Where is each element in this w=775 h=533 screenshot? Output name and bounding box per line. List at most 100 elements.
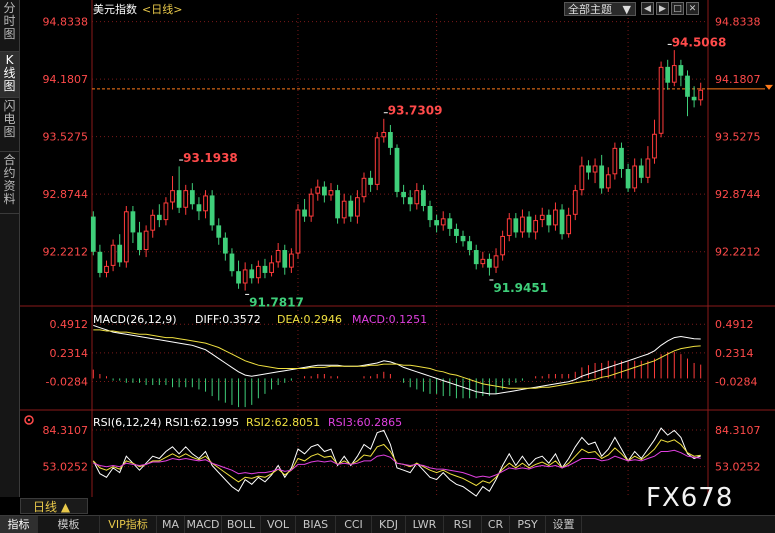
scroll-right-button[interactable]: ▶: [656, 2, 669, 15]
candle-body-up: [361, 177, 367, 198]
candle-body-down: [222, 237, 228, 254]
price-y-tick-right: 94.1807: [715, 73, 761, 86]
candle-body-up: [269, 262, 274, 273]
candle-body-down: [665, 66, 671, 83]
candle-body-up: [150, 214, 156, 231]
price-y-tick-left: 94.8338: [43, 16, 89, 29]
rsi-legend-3: RSI3:60.2865: [328, 416, 402, 429]
candle-body-down: [117, 244, 123, 263]
tab-rsi[interactable]: RSI: [444, 516, 482, 533]
close-button[interactable]: ✕: [686, 2, 699, 15]
candle-body-up: [652, 133, 657, 159]
tab-vol[interactable]: VOL: [261, 516, 296, 533]
candle-body-up: [242, 269, 248, 284]
period-selector[interactable]: 日线 ▲: [20, 498, 88, 514]
candle-body-up: [579, 165, 585, 191]
price-y-tick-right: 92.8744: [715, 188, 761, 201]
left-view-tabs: 分时图 K线图 闪电图 合约资料: [0, 0, 20, 497]
macd-dea-line: [93, 329, 701, 389]
candle-body-down: [90, 216, 96, 252]
candle-body-down: [282, 250, 288, 268]
rsi-legend-1: RSI1:62.1995: [165, 416, 239, 429]
price-y-tick-right: 94.8338: [715, 16, 761, 29]
candle-body-down: [229, 253, 235, 272]
tab-vip-indicators[interactable]: VIP指标: [100, 516, 157, 533]
tab-cci[interactable]: CCI: [336, 516, 372, 533]
macd-legend-dea: DEA:0.2946: [277, 313, 342, 326]
candle-body-up: [255, 265, 261, 279]
candle-body-down: [421, 190, 426, 206]
candle-body-up: [440, 218, 446, 226]
rsi-title: RSI(6,12,24): [93, 416, 161, 429]
tab-lwr[interactable]: LWR: [406, 516, 444, 533]
tab-kline[interactable]: K线图: [0, 52, 19, 98]
macd-legend-macd: MACD:0.1251: [352, 313, 427, 326]
candle-body-up: [671, 65, 677, 83]
candle-body-down: [236, 271, 241, 284]
candle-body-up: [341, 200, 347, 219]
candle-body-down: [368, 177, 373, 185]
indicator-toolbar: 指标 模板 VIP指标 MA MACD BOLL VOL BIAS CCI KD…: [0, 515, 775, 533]
low-price-label: 91.7817: [249, 295, 304, 309]
chart-area[interactable]: 美元指数 <日线> 94.8338 94.8338 94.1807 94.1807 93.5…: [20, 0, 775, 497]
tab-indicators[interactable]: 指标: [0, 516, 38, 533]
candle-body-down: [209, 195, 215, 226]
current-price-arrow-icon: [765, 84, 773, 90]
candle-body-down: [447, 218, 453, 229]
theme-selector[interactable]: 全部主题 ▼: [564, 2, 636, 16]
candle-body-down: [487, 258, 492, 268]
macd-y-tick-left: 0.4912: [50, 318, 89, 331]
tab-cr[interactable]: CR: [482, 516, 510, 533]
high-price-label: 93.7309: [388, 104, 443, 118]
candle-body-up: [123, 211, 129, 263]
instrument-title: 美元指数: [93, 2, 137, 16]
candle-body-up: [414, 190, 420, 205]
candle-body-up: [163, 202, 169, 221]
scroll-left-button[interactable]: ◀: [641, 2, 654, 15]
candle-body-down: [401, 191, 406, 198]
candle-body-down: [176, 190, 182, 208]
tab-templates[interactable]: 模板: [38, 516, 100, 533]
candle-body-up: [493, 255, 499, 268]
tab-ma[interactable]: MA: [157, 516, 185, 533]
tab-bias[interactable]: BIAS: [296, 516, 336, 533]
candle-body-down: [454, 228, 459, 236]
tab-boll[interactable]: BOLL: [222, 516, 261, 533]
candle-body-down: [513, 218, 519, 233]
chevron-down-icon: ▼: [622, 3, 631, 16]
candle-body-down: [189, 190, 195, 205]
price-y-tick-left: 92.8744: [43, 188, 89, 201]
price-y-tick-left: 93.5275: [43, 131, 89, 144]
candle-body-up: [104, 265, 109, 273]
indicator-settings-icon-center: [27, 418, 31, 422]
candle-body-up: [374, 137, 380, 185]
maximize-button[interactable]: □: [671, 2, 684, 15]
tab-kdj[interactable]: KDJ: [372, 516, 406, 533]
price-y-tick-left: 94.1807: [43, 73, 89, 86]
tab-time-sharing[interactable]: 分时图: [0, 0, 19, 52]
price-y-tick-right: 93.5275: [715, 131, 761, 144]
low-price-label: 91.9451: [493, 281, 548, 295]
candle-body-down: [467, 241, 473, 251]
candle-body-up: [288, 253, 294, 268]
candle-body-down: [434, 220, 439, 226]
candle-body-up: [658, 66, 664, 134]
candle-body-up: [480, 258, 486, 265]
candle-body-up: [520, 216, 525, 233]
candle-body-up: [539, 214, 545, 221]
candle-body-down: [559, 209, 565, 235]
candle-body-up: [645, 158, 651, 178]
candle-body-down: [216, 225, 222, 238]
tab-macd[interactable]: MACD: [185, 516, 222, 533]
candle-body-down: [130, 211, 136, 233]
tab-contract-info[interactable]: 合约资料: [0, 152, 19, 214]
candle-body-down: [427, 206, 433, 221]
tab-lightning[interactable]: 闪电图: [0, 98, 19, 152]
tab-settings[interactable]: 设置: [546, 516, 582, 533]
tab-psy[interactable]: PSY: [510, 516, 546, 533]
rsi-y-tick-right: 84.3107: [715, 424, 761, 437]
candle-body-up: [110, 244, 116, 266]
candle-body-down: [97, 251, 103, 273]
period-title: <日线>: [142, 2, 182, 16]
candle-body-up: [572, 190, 578, 215]
